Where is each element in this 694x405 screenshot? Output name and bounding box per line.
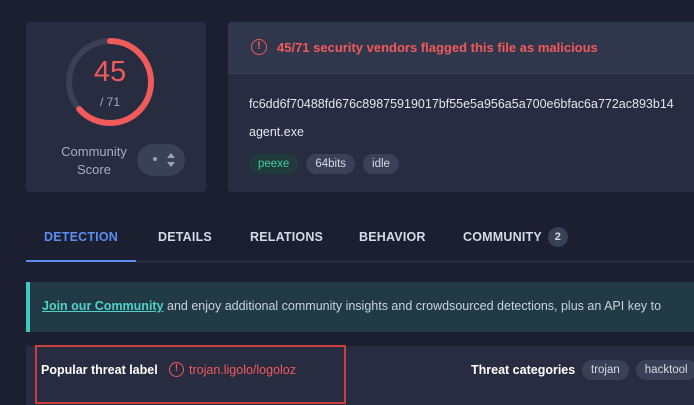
community-score-label: Community Score [61, 144, 127, 177]
threat-categories: trojan hacktool [582, 360, 694, 380]
community-score-card: 45 / 71 Community Score [26, 22, 206, 192]
vote-up-icon[interactable] [167, 153, 175, 158]
file-tag[interactable]: idle [363, 154, 399, 174]
threat-category-tag[interactable]: hacktool [635, 360, 694, 380]
threat-categories-label: Threat categories [471, 363, 576, 377]
join-community-link[interactable]: Join our Community [42, 299, 164, 313]
community-banner: Join our Community and enjoy additional … [26, 282, 694, 332]
tab-community[interactable]: COMMUNITY 2 [463, 214, 568, 262]
community-count-badge: 2 [547, 226, 568, 247]
banner-message: and enjoy additional community insights … [163, 299, 662, 313]
tab-community-label: COMMUNITY [463, 230, 542, 244]
vote-down-icon[interactable] [167, 162, 175, 167]
vendor-total: / 71 [99, 95, 120, 109]
community-vote-control[interactable] [137, 144, 185, 176]
malicious-alert-text: 45/71 security vendors flagged this file… [277, 40, 598, 55]
threat-category-tag[interactable]: trojan [582, 360, 629, 380]
malicious-alert-bar: ! 45/71 security vendors flagged this fi… [228, 22, 694, 74]
file-tag[interactable]: peexe [249, 154, 299, 174]
highlight-box [35, 345, 346, 404]
banner-text: Join our Community and enjoy additional … [42, 299, 661, 313]
file-info-card: ! 45/71 security vendors flagged this fi… [228, 22, 694, 192]
alert-circle-icon: ! [251, 39, 267, 55]
tab-details[interactable]: DETAILS [158, 214, 212, 262]
file-name: agent.exe [249, 125, 304, 139]
tab-relations[interactable]: RELATIONS [250, 214, 323, 262]
detection-count: 45 [93, 56, 127, 88]
report-tabs: DETECTION DETAILS RELATIONS BEHAVIOR COM… [26, 214, 694, 262]
vote-value-icon [153, 157, 157, 161]
file-tags: peexe 64bits idle [249, 154, 399, 174]
tab-behavior[interactable]: BEHAVIOR [359, 214, 426, 262]
file-tag[interactable]: 64bits [306, 154, 356, 174]
file-hash: fc6dd6f70488fd676c89875919017bf55e5a956a… [249, 97, 674, 111]
tab-detection[interactable]: DETECTION [26, 214, 136, 262]
